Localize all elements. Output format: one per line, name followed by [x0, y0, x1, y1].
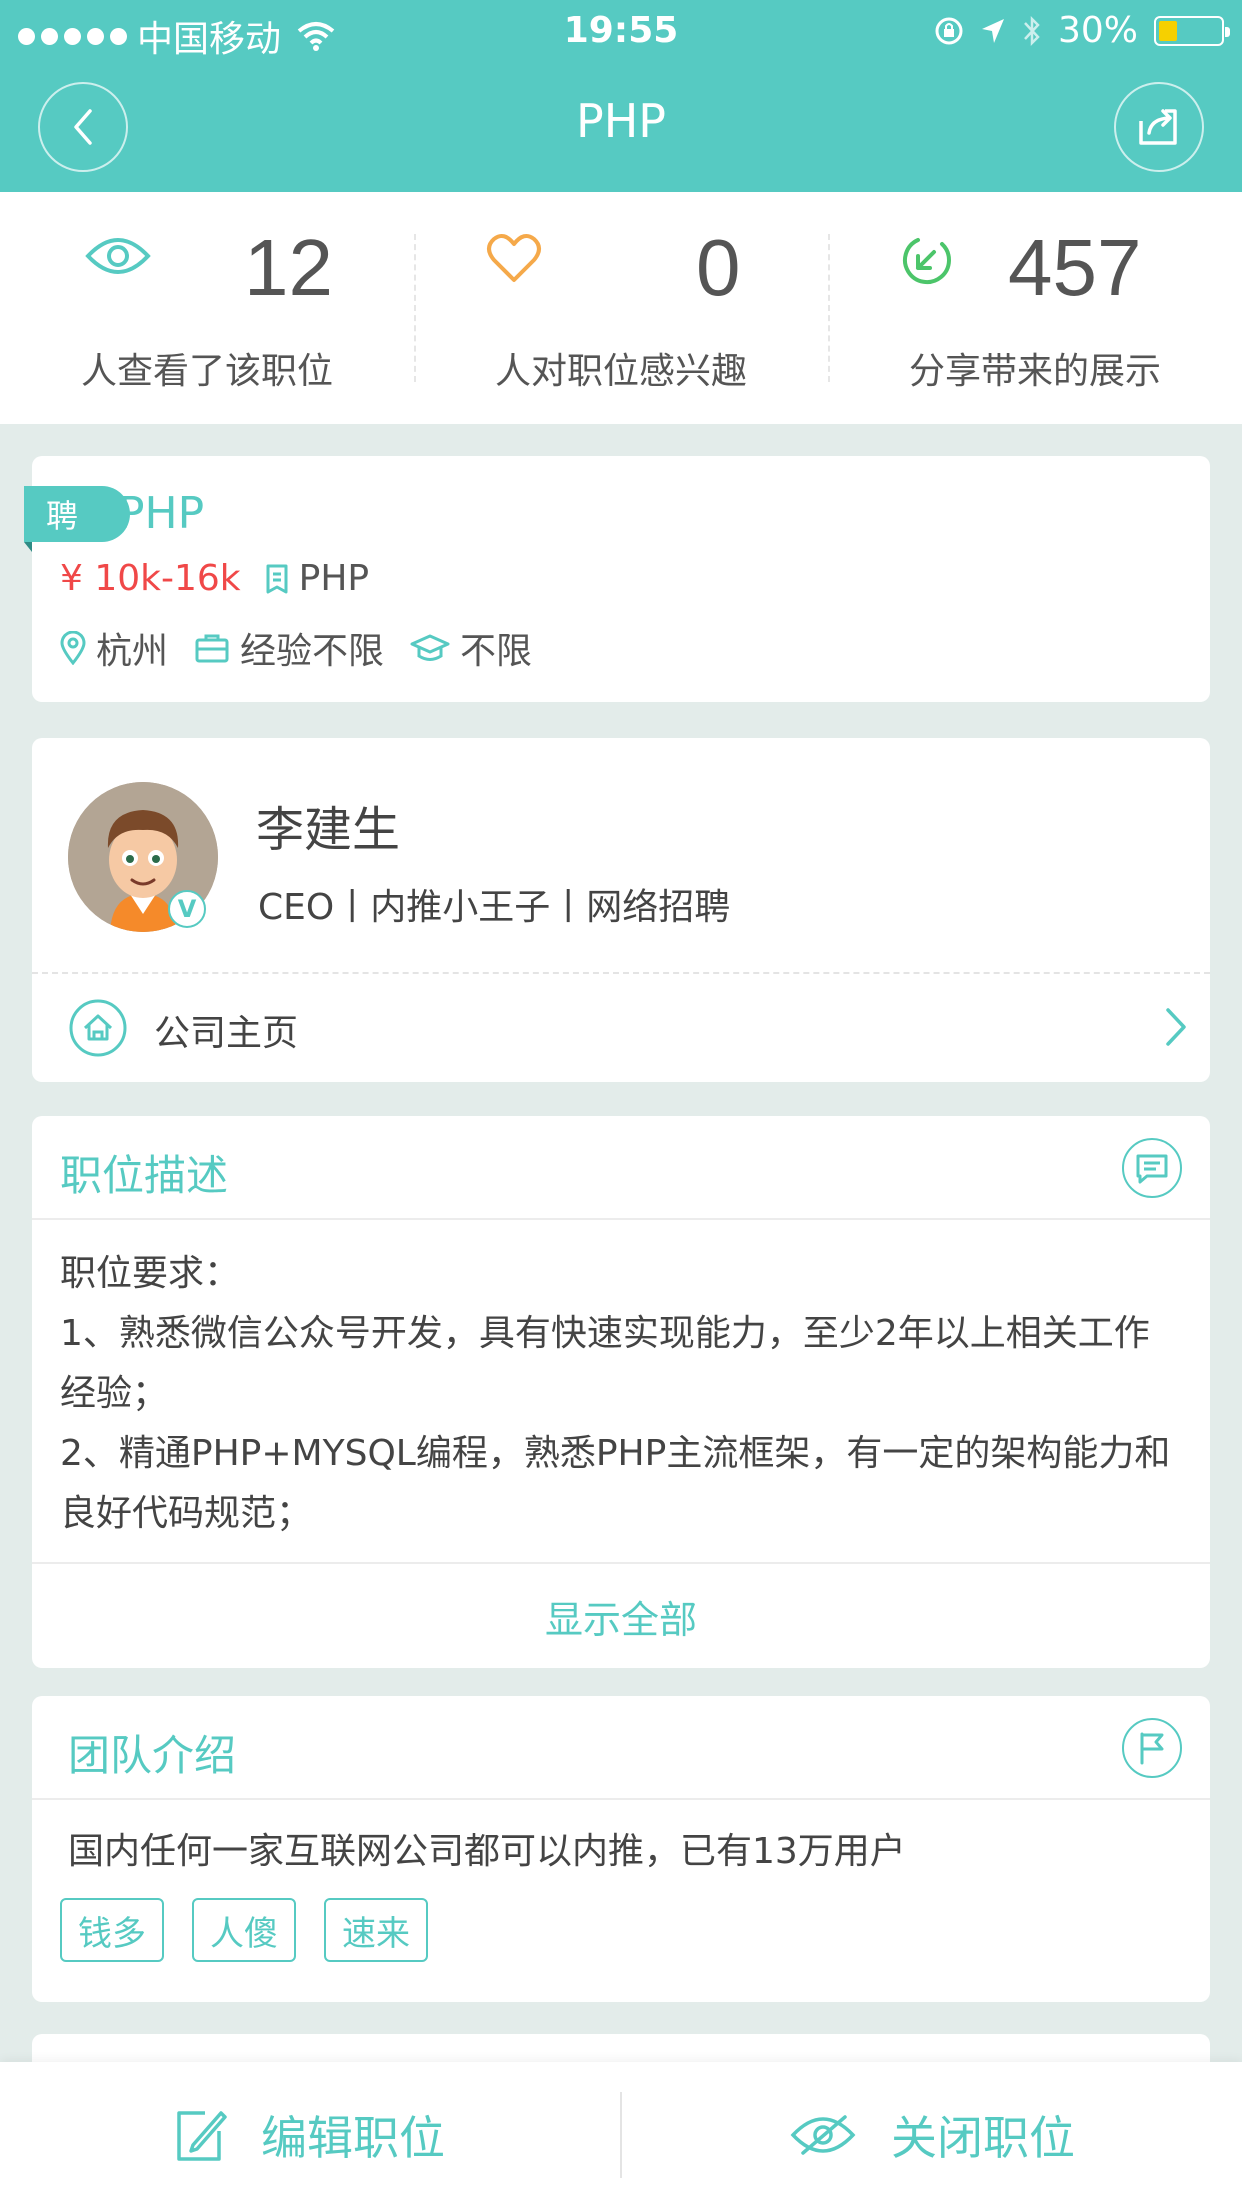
stat-views-label: 人查看了该职位	[80, 351, 333, 392]
team-tags: 钱多 人傻 速来	[60, 1898, 428, 1962]
home-icon	[69, 999, 127, 1057]
company-home-label: 公司主页	[154, 1013, 299, 1054]
location-pin-icon	[60, 631, 86, 665]
verified-badge: V	[168, 890, 206, 928]
show-all-button[interactable]: 显示全部	[32, 1562, 1210, 1668]
team-tag: 人傻	[192, 1898, 296, 1962]
team-tag: 速来	[324, 1898, 428, 1962]
stat-views: 12 人查看了该职位	[0, 192, 414, 424]
briefcase-icon	[195, 634, 229, 663]
share-arrow-icon	[903, 238, 951, 285]
description-line: 职位要求：	[60, 1253, 241, 1294]
comment-button[interactable]	[1122, 1138, 1182, 1198]
bluetooth-icon	[1024, 15, 1040, 46]
description-text: 职位要求： 1、熟悉微信公众号开发，具有快速实现能力，至少2年以上相关工作经验；…	[60, 1244, 1182, 1544]
job-category: PHP	[265, 558, 370, 599]
team-title: 团队介绍	[68, 1731, 237, 1780]
job-card: 聘 PHP ¥ 10k-16k PHP 杭州 经验不限 不限	[24, 456, 1210, 702]
share-icon	[1139, 109, 1177, 145]
bottom-action-bar: 编辑职位 关闭职位	[0, 2062, 1242, 2208]
description-line: 1、熟悉微信公众号开发，具有快速实现能力，至少2年以上相关工作经验；	[60, 1313, 1150, 1414]
job-title: PHP	[118, 488, 205, 539]
recruiter-card: V 李建生 CEO丨内推小王子丨网络招聘 公司主页	[32, 738, 1210, 1082]
job-location: 杭州	[60, 622, 168, 674]
graduation-cap-icon	[410, 634, 450, 661]
flag-icon	[1140, 1732, 1164, 1765]
recruiter-name: 李建生	[256, 802, 401, 858]
stat-shares-number: 457	[1008, 223, 1142, 312]
chevron-right-icon	[1166, 1008, 1186, 1046]
team-description: 国内任何一家互联网公司都可以内推，已有13万用户	[68, 1831, 906, 1872]
stat-interest-label: 人对职位感兴趣	[494, 351, 747, 392]
job-experience: 经验不限	[194, 622, 384, 674]
stats-bar: 12 人查看了该职位 0 人对职位感兴趣 457 分享带来的展示	[0, 192, 1242, 424]
status-right: 30%	[934, 10, 1230, 51]
edit-icon	[177, 2111, 227, 2161]
team-tag: 钱多	[60, 1898, 164, 1962]
eye-icon	[85, 238, 151, 274]
stat-views-number: 12	[244, 223, 333, 312]
job-description-card: 职位描述 职位要求： 1、熟悉微信公众号开发，具有快速实现能力，至少2年以上相关…	[32, 1116, 1210, 1668]
app-header: 中国移动 19:55 30% PHP	[0, 0, 1242, 192]
job-experience-label: 经验不限	[240, 631, 385, 672]
rotation-lock-icon	[935, 17, 963, 44]
recruit-tag: 聘	[24, 486, 130, 552]
document-icon	[266, 564, 288, 593]
team-intro-card: 团队介绍 国内任何一家互联网公司都可以内推，已有13万用户 钱多 人傻 速来	[32, 1696, 1210, 2002]
battery-icon	[1154, 15, 1230, 46]
recruit-tag-label: 聘	[46, 497, 79, 535]
status-bar: 中国移动 19:55 30%	[0, 0, 1242, 64]
eye-off-icon	[790, 2115, 856, 2155]
job-category-label: PHP	[298, 558, 370, 599]
stat-interest: 0 人对职位感兴趣	[414, 192, 828, 424]
close-job-label: 关闭职位	[891, 2111, 1075, 2165]
job-education-label: 不限	[460, 631, 533, 672]
stat-shares: 457 分享带来的展示	[828, 192, 1242, 424]
description-header: 职位描述	[32, 1116, 1210, 1220]
team-header: 团队介绍	[32, 1696, 1210, 1800]
battery-percent: 30%	[1057, 10, 1138, 51]
description-title: 职位描述	[60, 1151, 229, 1200]
share-button[interactable]	[1114, 82, 1204, 172]
heart-icon	[487, 233, 541, 282]
job-salary-row: ¥ 10k-16k PHP	[60, 558, 395, 599]
flag-button[interactable]	[1122, 1718, 1182, 1778]
salary: ¥ 10k-16k	[60, 558, 241, 599]
close-job-button[interactable]: 关闭职位	[622, 2062, 1242, 2208]
stat-interest-number: 0	[696, 223, 741, 312]
description-line: 2、精通PHP+MYSQL编程，熟悉PHP主流框架，有一定的架构能力和良好代码规…	[60, 1433, 1171, 1534]
stat-shares-label: 分享带来的展示	[908, 351, 1161, 392]
job-meta-row: 杭州 经验不限 不限	[60, 622, 558, 674]
edit-job-button[interactable]: 编辑职位	[0, 2062, 620, 2208]
job-education: 不限	[410, 622, 532, 674]
job-location-label: 杭州	[96, 631, 169, 672]
edit-job-label: 编辑职位	[261, 2111, 445, 2165]
page-title: PHP	[575, 94, 667, 148]
location-icon	[981, 18, 1004, 43]
comment-icon	[1136, 1154, 1168, 1184]
company-home-link[interactable]: 公司主页	[32, 974, 1210, 1082]
recruiter-title: CEO丨内推小王子丨网络招聘	[258, 887, 731, 928]
